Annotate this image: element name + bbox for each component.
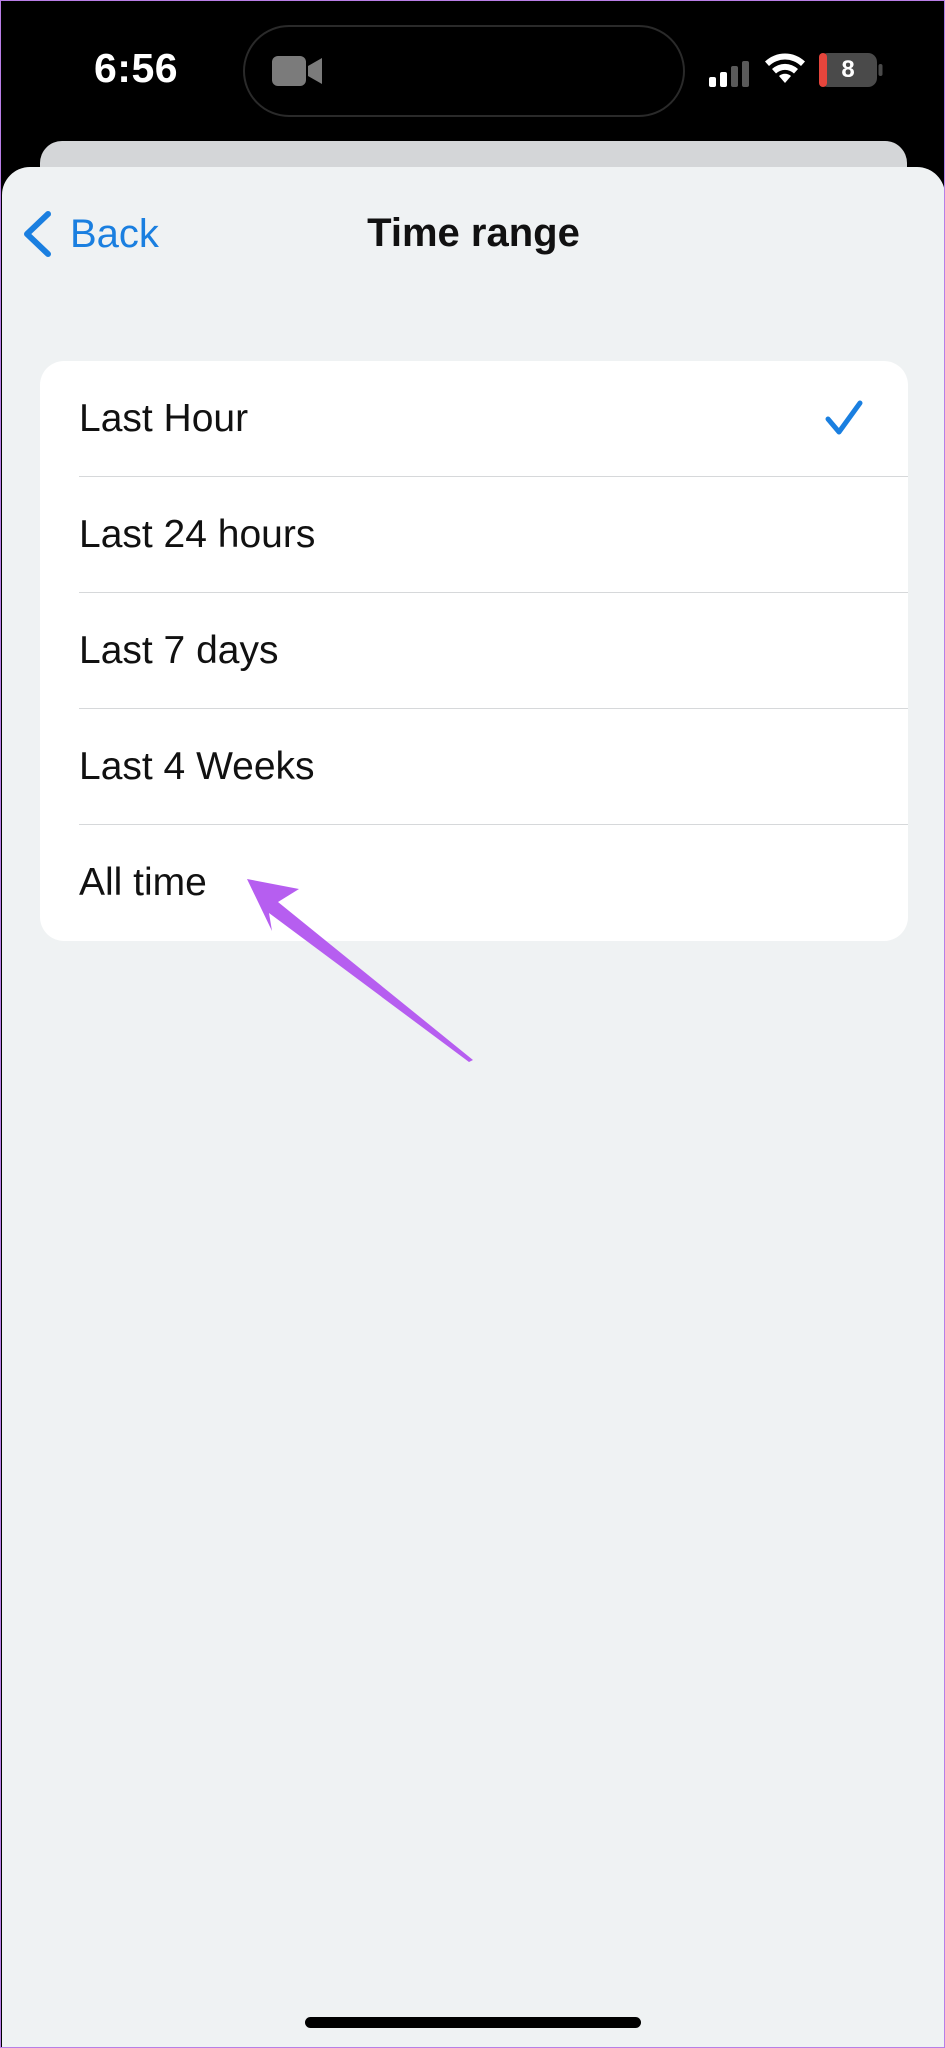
option-last-4-weeks[interactable]: Last 4 Weeks — [40, 709, 908, 825]
option-last-7-days[interactable]: Last 7 days — [40, 593, 908, 709]
option-label: Last 24 hours — [79, 513, 316, 556]
option-label: Last 4 Weeks — [79, 745, 315, 788]
dynamic-island — [243, 25, 685, 117]
home-indicator[interactable] — [305, 2017, 641, 2028]
time-range-sheet: Time range Back Last Hour Last 24 hours — [2, 167, 944, 2047]
option-all-time[interactable]: All time — [40, 825, 908, 941]
navigation-bar: Time range Back — [2, 167, 944, 301]
option-last-hour[interactable]: Last Hour — [40, 361, 908, 477]
phone-screen: 6:56 8 Time range Back Last Hour Last 24… — [0, 0, 945, 2048]
camera-icon — [272, 56, 322, 86]
back-label: Back — [70, 211, 159, 256]
battery-level: 8 — [841, 56, 855, 83]
option-label: All time — [79, 861, 207, 904]
option-last-24-hours[interactable]: Last 24 hours — [40, 477, 908, 593]
back-button[interactable]: Back — [22, 207, 159, 261]
cellular-signal-icon — [709, 61, 749, 87]
chevron-left-icon — [24, 211, 51, 257]
option-label: Last Hour — [79, 397, 249, 440]
option-label: Last 7 days — [79, 629, 279, 672]
checkmark-icon — [825, 400, 863, 435]
time-range-options: Last Hour Last 24 hours Last 7 days Last… — [40, 361, 908, 941]
status-bar: 6:56 8 — [1, 1, 944, 141]
wifi-icon — [765, 53, 805, 83]
status-time: 6:56 — [94, 45, 179, 91]
